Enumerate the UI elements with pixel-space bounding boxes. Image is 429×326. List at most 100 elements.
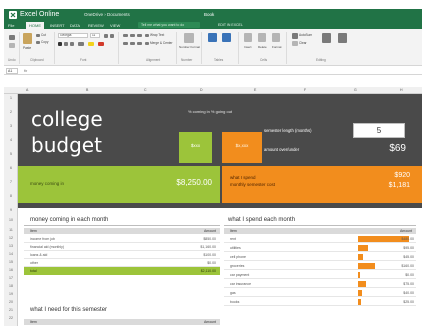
tab-data[interactable]: DATA [70,22,80,29]
money-coming-in-bar[interactable]: money coming in $8,250.00 [18,166,220,203]
border-icon[interactable] [78,42,84,46]
excel-logo-icon[interactable] [9,11,17,19]
row-number[interactable]: 22 [4,316,18,321]
paste-icon[interactable] [23,33,32,44]
row-number[interactable]: 15 [4,260,18,265]
table-row[interactable]: loans & aid $100.00 [24,251,220,259]
row-number[interactable]: 13 [4,244,18,249]
worksheet[interactable]: college budget % coming in % going out $… [18,94,422,326]
row-number[interactable]: 9 [4,208,18,213]
wrap-text-label[interactable]: Wrap Text [150,33,164,37]
row-number[interactable]: 10 [4,218,18,223]
number-format-icon[interactable] [184,33,194,43]
table-row[interactable]: gas $40.00 [224,289,416,297]
money-out-box[interactable]: $x,xxx [222,132,262,163]
sort-filter-icon[interactable] [322,33,331,43]
column-header[interactable]: C [144,88,147,93]
row-number[interactable]: 8 [4,194,18,199]
merge-icon[interactable] [145,42,149,45]
font-color-icon[interactable] [98,42,104,46]
tell-me-search[interactable]: Tell me what you want to do [138,22,200,28]
column-header[interactable]: E [254,88,256,93]
tab-review[interactable]: REVIEW [88,22,104,29]
underline-icon[interactable] [70,42,74,46]
copy-icon[interactable] [36,41,40,44]
row-number[interactable]: 2 [4,110,18,115]
document-title[interactable]: Book [204,12,214,18]
row-number[interactable]: 1 [4,96,18,101]
align-bottom-icon[interactable] [137,34,142,37]
row-number[interactable]: 20 [4,300,18,305]
table-row[interactable]: car payment $0.00 [224,271,416,279]
table-row[interactable]: rent $480.00 [224,235,416,243]
fill-color-icon[interactable] [88,42,94,46]
italic-icon[interactable] [64,42,68,46]
table-row[interactable]: income from job $850.00 [24,235,220,243]
cut-label[interactable]: Cut [41,33,46,37]
font-size-dropdown[interactable]: 11 [90,33,100,38]
tab-home[interactable]: HOME [26,22,44,29]
row-number[interactable]: 3 [4,124,18,129]
table-row[interactable]: other $0.00 [24,259,220,267]
column-header[interactable]: B [86,88,88,93]
column-amount[interactable]: Amount [400,228,412,234]
format-cells-icon[interactable] [272,33,280,42]
fx-icon[interactable]: fx [24,68,27,74]
autosum-icon[interactable] [292,33,298,39]
undo-icon[interactable] [9,35,15,40]
amount-over-under-value[interactable]: $69 [358,143,406,155]
find-icon[interactable] [338,33,347,43]
format-label[interactable]: Format [272,45,282,49]
column-header[interactable]: D [200,88,203,93]
edit-in-excel-button[interactable]: EDIT IN EXCEL [218,22,243,28]
cut-icon[interactable] [36,34,40,37]
row-number[interactable]: 4 [4,138,18,143]
clear-label[interactable]: Clear [299,41,307,45]
redo-icon[interactable] [9,43,15,48]
column-item[interactable]: Item [230,228,237,234]
row-number[interactable]: 18 [4,284,18,289]
column-amount[interactable]: Amount [204,319,216,325]
insert-label[interactable]: Insert [244,45,252,49]
row-number[interactable]: 14 [4,252,18,257]
semester-length-input[interactable]: 5 [353,123,405,138]
format-as-table-icon[interactable] [222,33,231,42]
table-row[interactable]: car insurance $75.00 [224,280,416,288]
table-row-total[interactable]: total $2,110.00 [24,267,220,275]
tab-file[interactable]: File [8,22,14,29]
align-left-icon[interactable] [123,42,128,45]
align-center-icon[interactable] [130,42,135,45]
row-number[interactable]: 6 [4,166,18,171]
row-number[interactable]: 12 [4,236,18,241]
row-number[interactable]: 19 [4,292,18,297]
row-number[interactable]: 11 [4,228,18,233]
money-in-box[interactable]: $xxx [179,132,212,163]
table-row[interactable]: utilities $95.00 [224,244,416,252]
font-name-dropdown[interactable]: Georgia [58,33,88,38]
name-box[interactable]: A1 [6,68,18,74]
clear-icon[interactable] [292,41,298,46]
copy-label[interactable]: Copy [41,40,48,44]
table-row[interactable]: cell phone $45.00 [224,253,416,261]
delete-label[interactable]: Delete [258,45,267,49]
number-format-label[interactable]: Number Format [179,45,200,49]
autosum-label[interactable]: AutoSum [299,33,312,37]
align-middle-icon[interactable] [130,34,135,37]
merge-center-label[interactable]: Merge & Center [150,41,173,45]
column-header[interactable]: A [26,88,28,93]
align-right-icon[interactable] [137,42,142,45]
column-header[interactable]: F [304,88,306,93]
tab-insert[interactable]: INSERT [50,22,65,29]
delete-cells-icon[interactable] [258,33,266,42]
column-item[interactable]: Item [30,228,37,234]
app-title[interactable]: Excel Online [20,11,59,19]
column-header[interactable]: G [354,88,357,93]
wrap-text-icon[interactable] [145,34,149,37]
column-amount[interactable]: Amount [204,228,216,234]
paste-label[interactable]: Paste [23,46,31,50]
insert-cells-icon[interactable] [244,33,252,42]
column-header[interactable]: H [400,88,403,93]
table-row[interactable]: groceries $160.00 [224,262,416,270]
row-number[interactable]: 5 [4,152,18,157]
table-row[interactable]: financial aid (monthly) $1,160.00 [24,243,220,251]
